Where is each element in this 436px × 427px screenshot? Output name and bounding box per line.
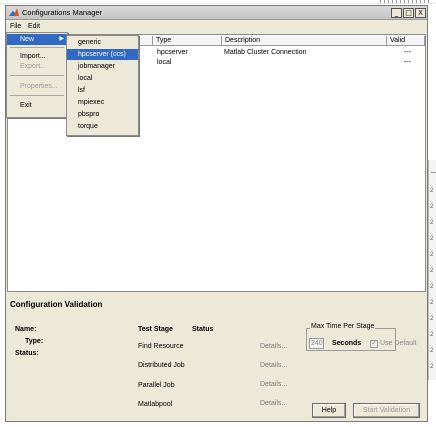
use-default-label: Use Default [380, 340, 417, 347]
file-menu-dropdown: New ▶ Import... Export... Properties... … [6, 32, 68, 118]
maximize-button[interactable]: □ [403, 8, 414, 18]
bg-fragment: 2 [430, 300, 434, 306]
menu-item-export[interactable]: Export... [7, 61, 67, 72]
menu-file[interactable]: File [10, 23, 21, 30]
status-label: Status: [15, 350, 39, 357]
minimize-button[interactable]: _ [391, 8, 402, 18]
details-link-find-resource[interactable]: Details... [260, 343, 287, 350]
submenu-item-jobmanager[interactable]: jobmanager [67, 61, 138, 72]
validation-panel: Configuration Validation Name: Type: Sta… [7, 294, 426, 421]
bg-fragment: 2 [430, 332, 434, 338]
validation-title: Configuration Validation [10, 300, 103, 309]
window-title: Configurations Manager [22, 8, 103, 17]
submenu-item-generic[interactable]: generic [67, 37, 138, 48]
menu-item-new-label: New [20, 36, 35, 43]
details-link-matlabpool[interactable]: Details... [260, 400, 287, 407]
submenu-item-mpiexec[interactable]: mpiexec [67, 97, 138, 108]
menu-separator [10, 47, 64, 48]
row-1-description[interactable]: Matlab Cluster Connection [224, 49, 307, 56]
bg-fragment: 2 [430, 204, 434, 210]
bg-fragment: 2 [430, 252, 434, 258]
submenu-item-local[interactable]: local [67, 73, 138, 84]
bg-fragment: 2 [430, 284, 434, 290]
menu-bar: File Edit [6, 21, 427, 33]
row-1-type[interactable]: hpcserver [157, 49, 188, 56]
title-bar[interactable]: Configurations Manager _ □ X [6, 6, 427, 20]
column-header-valid[interactable]: Valid [387, 36, 425, 46]
bg-fragment: 2 [430, 364, 434, 370]
menu-edit[interactable]: Edit [28, 23, 40, 30]
start-validation-button[interactable]: Start Validation [353, 403, 420, 418]
name-label: Name: [15, 326, 37, 333]
bg-fragment: 2 [430, 236, 434, 242]
stage-matlabpool: Matlabpool [138, 401, 173, 408]
bg-fragment: 2 [430, 348, 434, 354]
column-header-type[interactable]: Type [153, 36, 222, 46]
stage-parallel-job: Parallel Job [138, 382, 175, 389]
help-button[interactable]: Help [312, 403, 346, 418]
test-stage-header: Test Stage [138, 326, 173, 333]
close-button[interactable]: X [415, 8, 426, 18]
matlab-logo-icon [9, 8, 19, 16]
menu-item-new[interactable]: New ▶ [7, 34, 67, 45]
bg-fragment: 2 [430, 268, 434, 274]
bg-line [431, 172, 436, 173]
submenu-item-torque[interactable]: torque [67, 121, 138, 132]
max-time-input[interactable]: 240 [309, 338, 324, 349]
column-header-description[interactable]: Description [222, 36, 387, 46]
new-submenu: generic hpcserver (ccs) jobmanager local… [66, 35, 139, 136]
menu-separator [10, 95, 64, 96]
details-link-distributed-job[interactable]: Details... [260, 362, 287, 369]
bg-fragment: 2 [430, 188, 434, 194]
menu-item-exit[interactable]: Exit [7, 100, 67, 111]
menu-item-properties[interactable]: Properties... [7, 81, 67, 92]
status-header: Status [192, 326, 214, 333]
bg-fragment: 2 [430, 316, 434, 322]
submenu-item-pbspro[interactable]: pbspro [67, 109, 138, 120]
menu-separator [10, 75, 64, 76]
top-ruler [0, 0, 436, 4]
details-link-parallel-job[interactable]: Details... [260, 381, 287, 388]
submenu-item-hpcserver[interactable]: hpcserver (ccs) [67, 49, 138, 60]
type-label: Type: [25, 338, 44, 345]
background-window-edge: 2 2 2 2 2 2 2 2 2 2 2 2 [428, 160, 436, 380]
submenu-item-lsf[interactable]: lsf [67, 85, 138, 96]
row-2-valid[interactable]: --- [404, 59, 411, 66]
row-1-valid[interactable]: --- [404, 49, 411, 56]
bg-fragment: 2 [430, 220, 434, 226]
use-default-checkbox[interactable]: ✓ [370, 340, 378, 348]
seconds-label: Seconds [332, 340, 362, 347]
stage-distributed-job: Distributed Job [138, 362, 185, 369]
ruler-ticks [380, 0, 430, 3]
stage-find-resource: Find Resource [138, 343, 184, 350]
submenu-arrow-icon: ▶ [59, 36, 64, 42]
row-2-type[interactable]: local [157, 59, 171, 66]
max-time-legend: Max Time Per Stage [310, 323, 376, 330]
